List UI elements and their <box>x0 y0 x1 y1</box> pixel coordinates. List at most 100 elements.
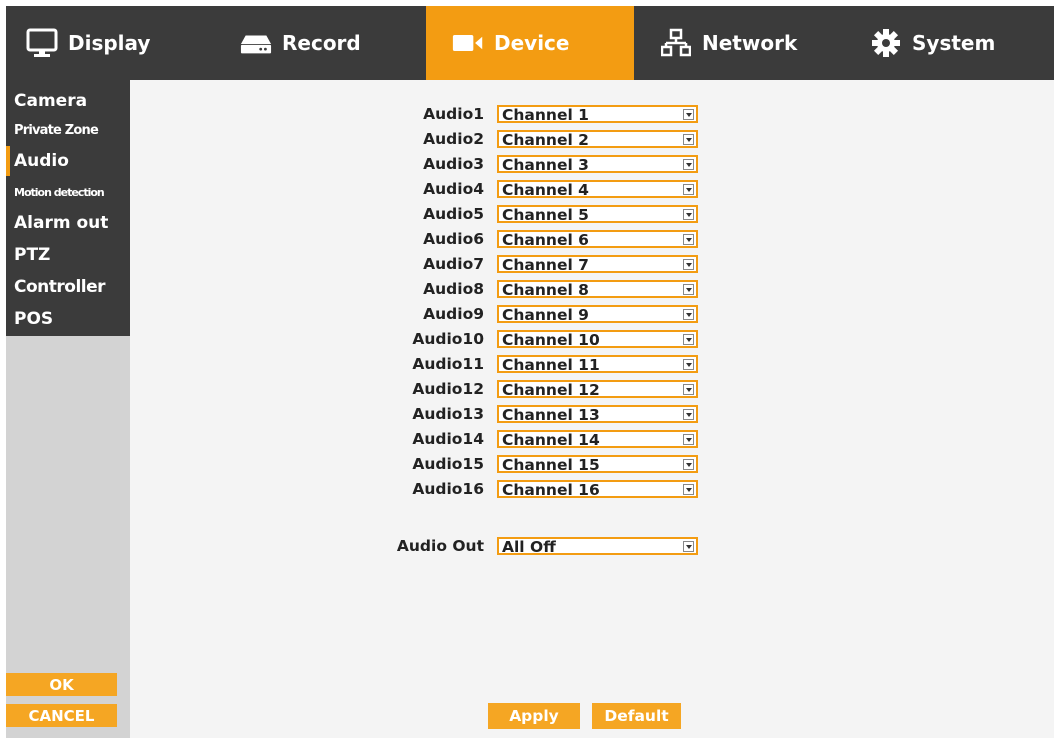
audio-row-label: Audio7 <box>423 255 484 273</box>
sidebar-item-ptz[interactable]: PTZ <box>6 240 130 270</box>
chevron-down-icon[interactable] <box>683 384 694 395</box>
audio-channel-select[interactable]: Channel 5 <box>497 205 698 224</box>
tab-record-label: Record <box>282 31 361 55</box>
chevron-down-icon[interactable] <box>683 484 694 495</box>
audio-row-label: Audio16 <box>412 480 484 498</box>
audio-channel-select[interactable]: Channel 15 <box>497 455 698 474</box>
tab-display[interactable]: Display <box>6 6 218 80</box>
sidebar-item-label: Audio <box>14 151 69 171</box>
gear-icon <box>870 27 902 59</box>
audio-channel-select[interactable]: Channel 16 <box>497 480 698 499</box>
audio-channel-value: Channel 11 <box>502 356 600 374</box>
camera-icon <box>452 27 484 59</box>
monitor-icon <box>26 27 58 59</box>
chevron-down-icon[interactable] <box>683 541 694 552</box>
chevron-down-icon[interactable] <box>683 459 694 470</box>
chevron-down-icon[interactable] <box>683 234 694 245</box>
sidebar-item-audio[interactable]: Audio <box>6 146 130 176</box>
sidebar-item-camera[interactable]: Camera <box>6 86 130 116</box>
sidebar-item-label: Motion detection <box>14 185 105 199</box>
sidebar-item-alarm-out[interactable]: Alarm out <box>6 208 130 238</box>
tab-system[interactable]: System <box>844 6 1054 80</box>
chevron-down-icon[interactable] <box>683 409 694 420</box>
audio-channel-value: Channel 8 <box>502 281 589 299</box>
audio-channel-value: Channel 16 <box>502 481 600 499</box>
audio-row-label: Audio14 <box>412 430 484 448</box>
audio-row-label: Audio11 <box>412 355 484 373</box>
audio-row-label: Audio9 <box>423 305 484 323</box>
sidebar-item-label: PTZ <box>14 245 51 265</box>
audio-out-select[interactable]: All Off <box>497 537 698 556</box>
tab-display-label: Display <box>68 31 151 55</box>
audio-channel-select[interactable]: Channel 4 <box>497 180 698 199</box>
audio-channel-select[interactable]: Channel 9 <box>497 305 698 324</box>
audio-row-label: Audio8 <box>423 280 484 298</box>
audio-channel-value: Channel 14 <box>502 431 600 449</box>
sidebar-item-pos[interactable]: POS <box>6 304 130 334</box>
ok-button[interactable]: OK <box>6 673 117 696</box>
chevron-down-icon[interactable] <box>683 434 694 445</box>
audio-channel-select[interactable]: Channel 1 <box>497 105 698 124</box>
audio-out-label: Audio Out <box>396 537 484 555</box>
audio-row-label: Audio13 <box>412 405 484 423</box>
audio-channel-value: Channel 7 <box>502 256 589 274</box>
audio-channel-value: Channel 13 <box>502 406 600 424</box>
sidebar-menu: Camera Private Zone Audio Motion detecti… <box>6 80 130 336</box>
audio-channel-select[interactable]: Channel 8 <box>497 280 698 299</box>
sidebar-item-label: Alarm out <box>14 213 109 233</box>
tab-network[interactable]: Network <box>634 6 844 80</box>
audio-channel-select[interactable]: Channel 14 <box>497 430 698 449</box>
sidebar-item-private-zone[interactable]: Private Zone <box>6 116 130 144</box>
audio-channel-select[interactable]: Channel 11 <box>497 355 698 374</box>
chevron-down-icon[interactable] <box>683 259 694 270</box>
audio-row-label: Audio2 <box>423 130 484 148</box>
audio-channel-value: Channel 9 <box>502 306 589 324</box>
audio-channel-select[interactable]: Channel 10 <box>497 330 698 349</box>
chevron-down-icon[interactable] <box>683 209 694 220</box>
audio-channel-value: Channel 2 <box>502 131 589 149</box>
chevron-down-icon[interactable] <box>683 359 694 370</box>
chevron-down-icon[interactable] <box>683 334 694 345</box>
audio-channel-value: Channel 12 <box>502 381 600 399</box>
audio-channel-value: Channel 3 <box>502 156 589 174</box>
chevron-down-icon[interactable] <box>683 309 694 320</box>
tab-system-label: System <box>912 31 996 55</box>
audio-channel-value: Channel 15 <box>502 456 600 474</box>
sidebar-item-motion-detection[interactable]: Motion detection <box>6 178 130 206</box>
top-nav: Display Record Device Network System <box>6 6 1054 80</box>
tab-device-label: Device <box>494 31 570 55</box>
audio-row-label: Audio6 <box>423 230 484 248</box>
audio-channel-select[interactable]: Channel 3 <box>497 155 698 174</box>
audio-channel-select[interactable]: Channel 13 <box>497 405 698 424</box>
default-button[interactable]: Default <box>592 703 681 729</box>
audio-channel-select[interactable]: Channel 6 <box>497 230 698 249</box>
chevron-down-icon[interactable] <box>683 159 694 170</box>
audio-channel-select[interactable]: Channel 12 <box>497 380 698 399</box>
tab-record[interactable]: Record <box>218 6 426 80</box>
audio-channel-select[interactable]: Channel 7 <box>497 255 698 274</box>
chevron-down-icon[interactable] <box>683 134 694 145</box>
chevron-down-icon[interactable] <box>683 184 694 195</box>
audio-row-label: Audio5 <box>423 205 484 223</box>
audio-channel-value: Channel 6 <box>502 231 589 249</box>
apply-button[interactable]: Apply <box>488 703 580 729</box>
audio-channel-value: Channel 1 <box>502 106 589 124</box>
audio-row-label: Audio1 <box>423 105 484 123</box>
app-window: Display Record Device Network System Cam… <box>6 6 1054 738</box>
tab-device[interactable]: Device <box>426 6 634 80</box>
sidebar-item-label: POS <box>14 309 54 329</box>
audio-row-label: Audio4 <box>423 180 484 198</box>
sidebar-item-label: Camera <box>14 91 88 111</box>
audio-channel-select[interactable]: Channel 2 <box>497 130 698 149</box>
audio-row-label: Audio10 <box>412 330 484 348</box>
chevron-down-icon[interactable] <box>683 284 694 295</box>
audio-channel-value: Channel 4 <box>502 181 589 199</box>
audio-row-label: Audio12 <box>412 380 484 398</box>
audio-out-value: All Off <box>502 538 556 556</box>
sidebar-item-label: Controller <box>14 277 106 297</box>
sidebar-item-controller[interactable]: Controller <box>6 272 130 302</box>
cancel-button[interactable]: CANCEL <box>6 704 117 727</box>
chevron-down-icon[interactable] <box>683 109 694 120</box>
sidebar: Camera Private Zone Audio Motion detecti… <box>6 80 130 738</box>
tab-network-label: Network <box>702 31 798 55</box>
